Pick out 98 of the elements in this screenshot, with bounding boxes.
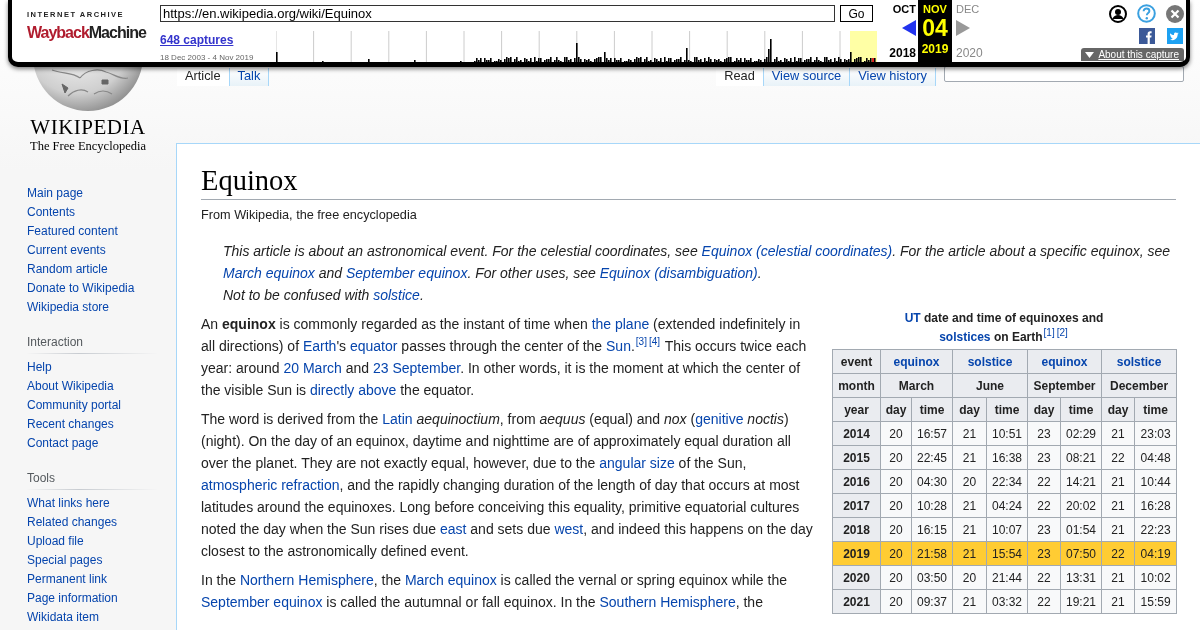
link[interactable]: September equinox: [201, 594, 323, 610]
caret-icon: [1085, 51, 1095, 58]
capture-sparkline[interactable]: [276, 31, 877, 62]
sidebar-link[interactable]: Permanent link: [27, 570, 108, 589]
page-title: Equinox: [201, 163, 1176, 200]
link[interactable]: March equinox: [223, 265, 315, 281]
sidebar-link[interactable]: About Wikipedia: [27, 377, 114, 396]
link[interactable]: equinox: [1041, 354, 1088, 369]
year-label: 2020: [956, 46, 983, 60]
sidebar-link[interactable]: Recent changes: [27, 415, 114, 434]
sidebar-link[interactable]: Wikipedia store: [27, 298, 110, 317]
paragraph: In the Northern Hemisphere, the March equinox is called the vernal or spring equinox while the September equinox is called the autumnal or fall equinox. In the Southern Hemisphere, the: [201, 571, 788, 612]
tab[interactable]: View history: [850, 68, 936, 86]
hatnote: This article is about an astronomical event. For the celestial coordinates, see Equinox (celestial coordinates). For the article about a specific equinox, see March equinox and September equinox. For other uses, see Equinox (disambiguation).: [222, 242, 1172, 283]
sidebar-heading: Interaction: [27, 334, 157, 354]
link[interactable]: Northern Hemisphere: [239, 572, 374, 588]
link[interactable]: UT: [904, 311, 921, 325]
link[interactable]: Equinox (celestial coordinates): [701, 243, 893, 259]
sidebar-link[interactable]: Random article: [27, 260, 108, 279]
hatnote: Not to be confused with solstice.: [222, 286, 425, 305]
sidebar-link[interactable]: Help: [27, 358, 52, 377]
row-header: 2016: [832, 469, 881, 494]
year-label[interactable]: 2019: [921, 42, 949, 56]
next-arrow-icon[interactable]: [956, 20, 970, 36]
row-header: 2015: [832, 445, 881, 470]
link[interactable]: Earth: [302, 338, 337, 354]
tagline: The Free Encyclopedia: [30, 138, 146, 154]
link[interactable]: 23 September: [373, 360, 461, 376]
facebook-icon[interactable]: [1139, 28, 1155, 44]
reference-link[interactable]: [3]: [635, 337, 647, 348]
sidebar-link[interactable]: Upload file: [27, 532, 84, 551]
table-header: event: [832, 349, 881, 374]
paragraph: The word is derived from the Latin aequinoctium, from aequus (equal) and nox (genitive noctis) (night). On the day of an equinox, daytime and nighttime are of approximately equal duration all over the planet. They are not exactly equal, however, due to the angular size of the Sun, atmospheric refraction, and the rapidly changing duration of the length of day that occurs at most latitudes around the equinoxes. Long before conceiving this equality, primitive equatorial cultures noted the day when the Sun rises due east and sets due west, and indeed this happens on the day closest to the astronomically defined event.: [201, 410, 814, 561]
logo-wordmark: Machine: [88, 23, 146, 43]
link[interactable]: angular size: [599, 455, 675, 471]
link[interactable]: solstice: [373, 287, 420, 303]
link[interactable]: the plane: [591, 316, 650, 332]
link[interactable]: solstices: [939, 330, 991, 344]
captures-link[interactable]: 648 captures: [160, 33, 234, 47]
link[interactable]: Latin: [382, 411, 413, 427]
sidebar-link[interactable]: Page information: [27, 589, 118, 608]
month-label[interactable]: NOV: [923, 3, 947, 16]
reference-link[interactable]: [2]: [1056, 328, 1068, 338]
reference-link[interactable]: [4]: [648, 337, 661, 348]
capture-range: 18 Dec 2003 - 4 Nov 2019: [160, 53, 254, 62]
row-header: 2020: [832, 565, 881, 590]
sidebar-heading: Tools: [27, 470, 157, 490]
tab[interactable]: View source: [763, 68, 851, 86]
link[interactable]: east: [439, 521, 467, 537]
wordmark[interactable]: WIKIPEDIA: [30, 116, 146, 138]
link[interactable]: directly above: [309, 382, 397, 398]
tab[interactable]: Talk: [229, 68, 270, 86]
about-capture-button[interactable]: About this capture: [1081, 48, 1184, 61]
sidebar-link[interactable]: What links here: [27, 494, 110, 513]
sidebar-link[interactable]: Featured content: [27, 222, 118, 241]
sidebar-link[interactable]: Contact page: [27, 434, 99, 453]
twitter-icon[interactable]: [1167, 28, 1183, 44]
year-label[interactable]: 2018: [889, 46, 916, 60]
url-field[interactable]: https://en.wikipedia.org/wiki/Equinox: [160, 5, 835, 22]
row-header: 2021: [832, 589, 881, 614]
user-icon[interactable]: [1109, 4, 1127, 23]
tab[interactable]: Article: [177, 68, 230, 86]
close-icon[interactable]: [1166, 4, 1184, 23]
tab[interactable]: Read: [716, 68, 764, 86]
reference-link[interactable]: [1]: [1043, 328, 1055, 338]
previous-arrow-icon[interactable]: [902, 20, 916, 36]
sidebar-link[interactable]: Related changes: [27, 513, 118, 532]
page-subtitle: From Wikipedia, the free encyclopedia: [201, 208, 418, 222]
sidebar-link[interactable]: Main page: [27, 184, 84, 203]
link[interactable]: Equinox (disambiguation): [599, 265, 758, 281]
help-icon[interactable]: [1137, 4, 1156, 23]
table-header: month: [832, 373, 881, 398]
month-label[interactable]: OCT: [892, 3, 916, 16]
row-header: 2019: [832, 541, 881, 566]
day-label: 04: [922, 15, 948, 41]
sidebar-link[interactable]: Special pages: [27, 551, 103, 570]
link[interactable]: genitive: [695, 411, 744, 427]
link[interactable]: solstice: [967, 354, 1013, 369]
table-header: year: [832, 397, 881, 422]
link[interactable]: atmospheric refraction: [201, 477, 340, 493]
month-label: DEC: [956, 3, 980, 16]
link[interactable]: March equinox: [404, 572, 497, 588]
link[interactable]: equinox: [893, 354, 940, 369]
row-header: 2014: [832, 421, 881, 446]
sidebar-link[interactable]: Wikidata item: [27, 608, 100, 627]
sidebar-link[interactable]: Current events: [27, 241, 106, 260]
row-header: 2018: [832, 517, 881, 542]
sidebar-link[interactable]: Donate to Wikipedia: [27, 279, 135, 298]
link[interactable]: equator: [349, 338, 398, 354]
link[interactable]: Southern Hemisphere: [599, 594, 736, 610]
go-button[interactable]: Go: [840, 5, 873, 22]
sidebar-link[interactable]: Community portal: [27, 396, 122, 415]
link[interactable]: 20 March: [283, 360, 342, 376]
link[interactable]: Sun: [606, 338, 631, 354]
row-header: 2017: [832, 493, 881, 518]
link[interactable]: solstice: [1116, 354, 1162, 369]
logo-wordmark: Wayback: [27, 23, 89, 43]
sidebar-link[interactable]: Contents: [27, 203, 76, 222]
